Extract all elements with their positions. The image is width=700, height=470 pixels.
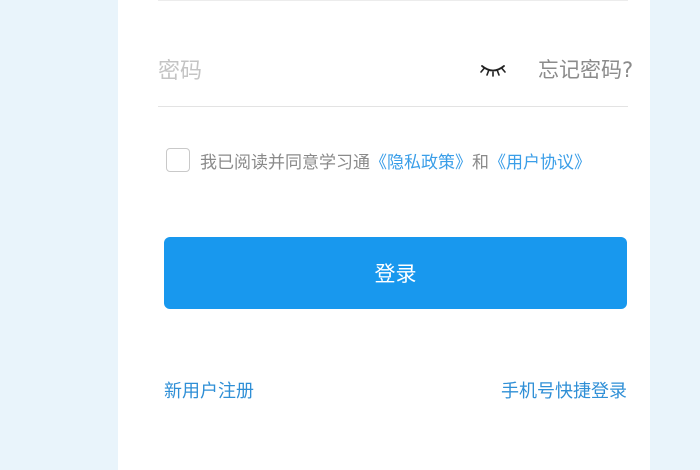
top-divider	[158, 0, 628, 1]
forgot-password-link[interactable]: 忘记密码?	[538, 58, 633, 82]
password-divider	[158, 106, 628, 107]
agreement-row: 我已阅读并同意学习通 《隐私政策》 和 《用户协议》	[166, 146, 591, 174]
agreement-prefix-text: 我已阅读并同意学习通	[200, 152, 370, 173]
privacy-policy-link[interactable]: 《隐私政策》	[370, 148, 472, 173]
login-card: 忘记密码? 我已阅读并同意学习通 《隐私政策》 和 《用户协议》 登录 新用户注…	[118, 0, 650, 470]
eye-closed-icon[interactable]	[478, 58, 508, 82]
agreement-checkbox[interactable]	[166, 148, 190, 172]
agreement-conjunction: 和	[472, 152, 489, 173]
phone-quick-login-link[interactable]: 手机号快捷登录	[501, 377, 627, 403]
new-user-register-link[interactable]: 新用户注册	[164, 377, 254, 403]
user-agreement-link[interactable]: 《用户协议》	[489, 148, 591, 173]
password-input[interactable]	[158, 46, 458, 96]
login-button[interactable]: 登录	[164, 237, 627, 309]
